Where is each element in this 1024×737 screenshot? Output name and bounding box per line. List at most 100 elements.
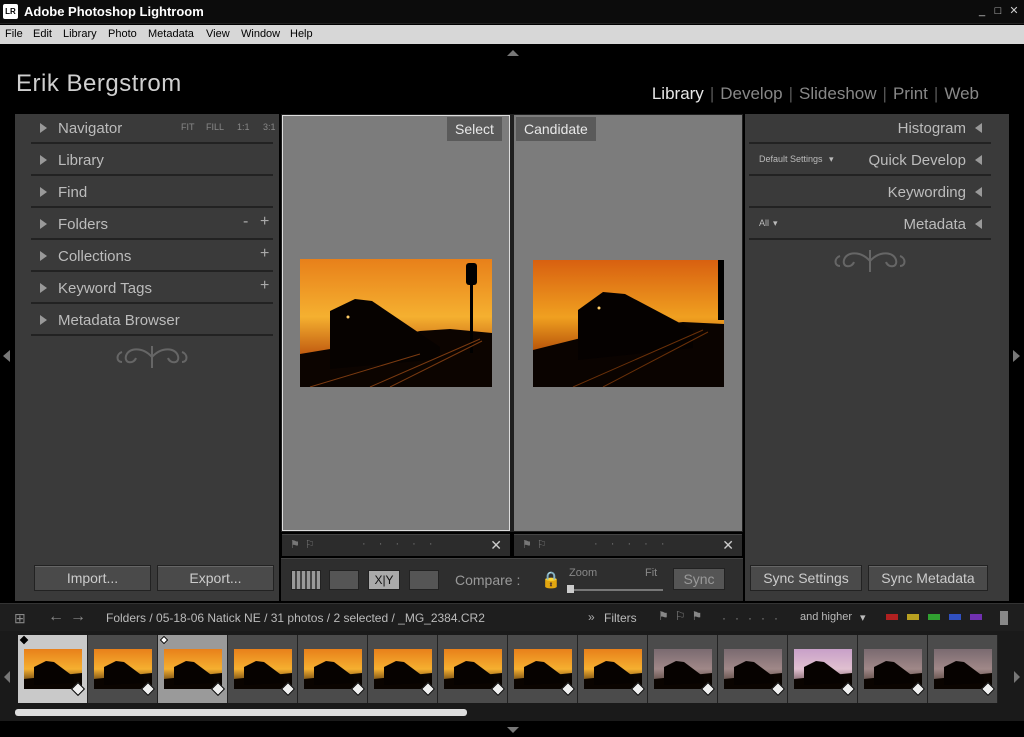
menu-metadata[interactable]: Metadata [148,28,194,40]
menu-file[interactable]: File [5,28,23,40]
flag-icon[interactable]: ⚑⚐ [522,538,552,551]
collapse-triangle-icon [975,187,982,197]
filmstrip-thumbnail[interactable] [438,635,508,703]
thumbnail-image [794,649,852,689]
library-header[interactable]: Library [31,146,273,176]
filmstrip-thumbnail[interactable] [788,635,858,703]
survey-view-icon[interactable] [409,570,439,590]
thumbnail-image [24,649,82,689]
lock-icon[interactable]: 🔒 [541,570,561,590]
top-panel-toggle-icon[interactable] [507,50,519,56]
restore-button[interactable]: □ [991,4,1005,18]
filmstrip-thumbnail[interactable] [648,635,718,703]
rating-stars[interactable]: · · · · · [362,538,438,550]
module-slideshow[interactable]: Slideshow [799,84,877,103]
right-panel-toggle-icon[interactable] [1013,350,1020,362]
filmstrip-thumbnail[interactable] [928,635,998,703]
module-print[interactable]: Print [893,84,928,103]
metadata-header[interactable]: All ▾ Metadata [749,210,991,240]
filmstrip-thumbnail[interactable] [298,635,368,703]
flag-icon[interactable]: ⚑⚐ [290,538,320,551]
filmstrip-thumbnail[interactable] [858,635,928,703]
navigator-header[interactable]: Navigator FIT FILL 1:1 3:1 [31,114,276,144]
label-purple-filter[interactable] [970,614,982,620]
menu-library[interactable]: Library [63,28,97,40]
close-button[interactable]: ✕ [1007,4,1021,18]
collections-header[interactable]: Collections + [31,242,273,272]
back-arrow-icon[interactable]: ← [48,608,64,626]
menu-bar: File Edit Library Photo Metadata View Wi… [0,25,1024,44]
filters-label[interactable]: Filters [604,611,637,625]
metadata-preset-dropdown[interactable]: All [759,218,769,228]
panel-end-ornament-icon [834,250,906,272]
zoom-3-1[interactable]: 3:1 [263,122,276,132]
grid-toggle-icon[interactable]: ⊞ [14,610,26,627]
sync-button[interactable]: Sync [673,568,725,590]
thumbnail-image [584,649,642,689]
menu-window[interactable]: Window [241,28,280,40]
zoom-1-1[interactable]: 1:1 [237,122,250,132]
select-photo[interactable] [300,259,492,387]
keyword-tags-header[interactable]: Keyword Tags + [31,274,273,304]
zoom-slider[interactable] [569,589,663,591]
zoom-fill[interactable]: FILL [206,122,224,132]
filmstrip-thumbnail[interactable] [228,635,298,703]
rating-filter-dropdown[interactable]: and higher [800,611,852,623]
label-blue-filter[interactable] [949,614,961,620]
quick-develop-header[interactable]: Default Settings ▾ Quick Develop [749,146,991,176]
add-collection-button[interactable]: + [260,245,269,263]
add-keyword-button[interactable]: + [260,277,269,295]
module-develop[interactable]: Develop [720,84,782,103]
zoom-fit[interactable]: FIT [181,122,195,132]
compare-label: Compare : [455,572,521,588]
module-web[interactable]: Web [944,84,979,103]
filmstrip-right-icon[interactable] [1014,671,1020,683]
filmstrip-path[interactable]: Folders / 05-18-06 Natick NE / 31 photos… [106,611,485,625]
loupe-view-icon[interactable] [329,570,359,590]
filmstrip-edge-icon[interactable] [1000,611,1008,625]
histogram-header[interactable]: Histogram [749,114,991,144]
preset-dropdown[interactable]: Default Settings [759,154,823,164]
filmstrip-scrollbar[interactable] [15,709,467,716]
minimize-button[interactable]: _ [975,4,989,18]
export-button[interactable]: Export... [157,565,274,591]
rating-stars[interactable]: · · · · · [594,538,670,550]
metadata-browser-header[interactable]: Metadata Browser [31,306,273,336]
find-header[interactable]: Find [31,178,273,208]
folders-header[interactable]: Folders - + [31,210,273,240]
filmstrip-thumbnail[interactable] [158,635,228,703]
filmstrip-thumbnail[interactable] [718,635,788,703]
menu-view[interactable]: View [206,28,230,40]
bottom-panel-toggle-icon[interactable] [507,727,519,733]
sync-settings-button[interactable]: Sync Settings [750,565,862,591]
close-select-icon[interactable]: ✕ [490,537,502,554]
rating-filter-stars[interactable]: ····· [722,611,787,625]
label-red-filter[interactable] [886,614,898,620]
left-panel-toggle-icon[interactable] [3,350,10,362]
menu-edit[interactable]: Edit [33,28,52,40]
import-button[interactable]: Import... [34,565,151,591]
filmstrip-thumbnail[interactable] [368,635,438,703]
sync-metadata-button[interactable]: Sync Metadata [868,565,988,591]
flag-filter-icon[interactable]: ⚑⚐⚑ [658,609,708,623]
filmstrip-thumbnail[interactable] [18,635,88,703]
close-candidate-icon[interactable]: ✕ [722,537,734,554]
module-library[interactable]: Library [652,84,704,103]
candidate-photo[interactable] [533,260,724,387]
menu-help[interactable]: Help [290,28,313,40]
grid-view-icon[interactable] [291,570,321,590]
filmstrip-thumbnail[interactable] [508,635,578,703]
filmstrip-thumbnail[interactable] [578,635,648,703]
filmstrip-left-icon[interactable] [4,671,10,683]
forward-arrow-icon[interactable]: → [70,608,86,626]
keywording-header[interactable]: Keywording [749,178,991,208]
filmstrip-thumbnail[interactable] [88,635,158,703]
label-yellow-filter[interactable] [907,614,919,620]
zoom-slider-handle[interactable] [567,585,574,593]
chevron-down-icon: ▾ [773,218,778,228]
remove-folder-button[interactable]: - [243,213,248,231]
menu-photo[interactable]: Photo [108,28,137,40]
compare-view-button[interactable]: X|Y [368,570,400,590]
add-folder-button[interactable]: + [260,213,269,231]
label-green-filter[interactable] [928,614,940,620]
